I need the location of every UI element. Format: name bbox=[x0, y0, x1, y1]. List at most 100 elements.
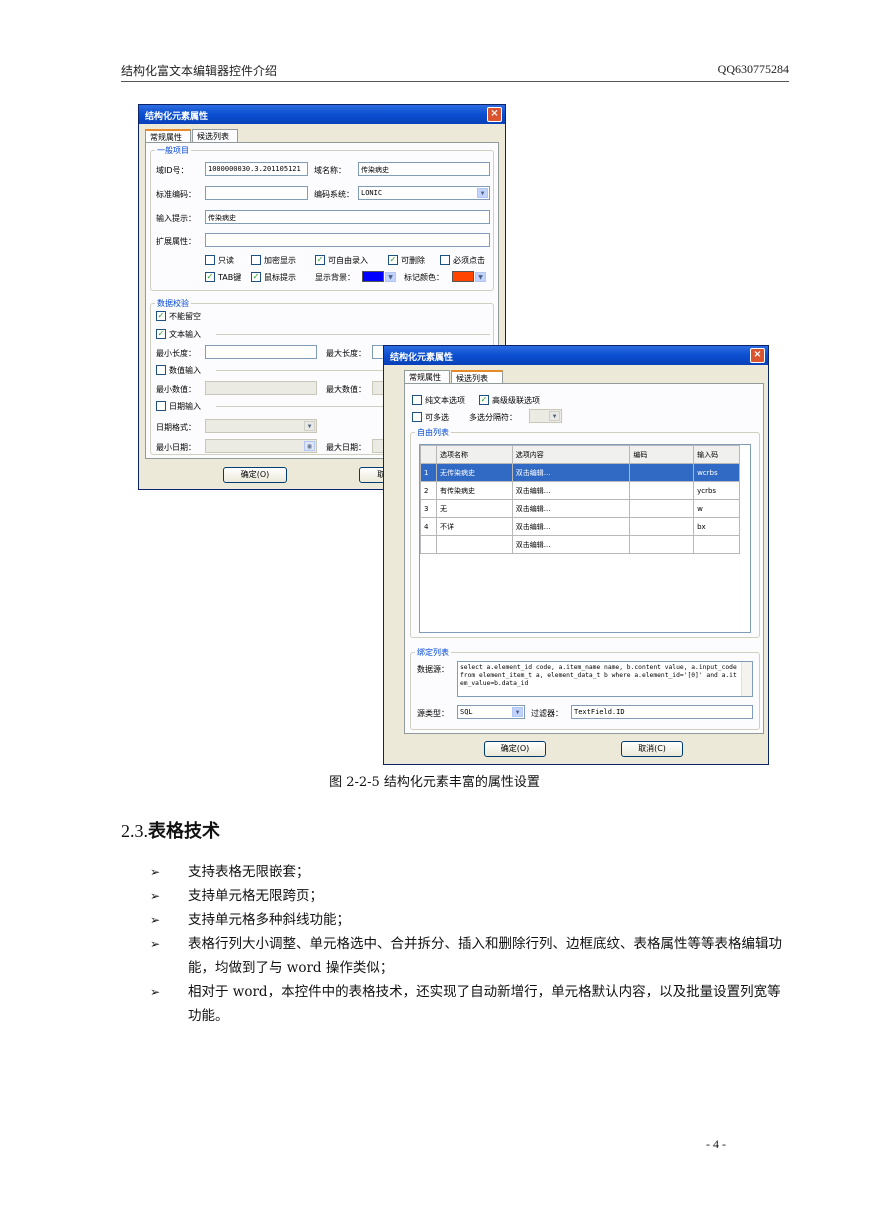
free-input-checkbox[interactable]: ✓ bbox=[315, 255, 325, 265]
date-format-select[interactable]: ▼ bbox=[205, 419, 317, 433]
cell-input-code[interactable]: w bbox=[693, 499, 740, 518]
cell-name[interactable]: 不详 bbox=[435, 517, 513, 536]
arrow-bullet-icon: ➢ bbox=[150, 889, 161, 903]
cell-input-code[interactable] bbox=[693, 535, 740, 554]
text-input-checkbox[interactable]: ✓ bbox=[156, 329, 166, 339]
tab-general[interactable]: 常规属性 bbox=[145, 129, 191, 143]
cell-code[interactable] bbox=[629, 463, 695, 482]
list-item-text: 相对于 word，本控件中的表格技术，还实现了自动新增行，单元格默认内容，以及批… bbox=[188, 984, 781, 1024]
date-input-checkbox[interactable] bbox=[156, 401, 166, 411]
table-row[interactable]: 3 无 双击编辑... w bbox=[420, 499, 740, 518]
filter-input[interactable]: TextField.ID bbox=[571, 705, 753, 719]
cell-name[interactable]: 无传染病史 bbox=[435, 463, 513, 482]
chevron-down-icon[interactable]: ▼ bbox=[304, 421, 315, 431]
cell-content[interactable]: 双击编辑... bbox=[511, 481, 631, 500]
datasource-label: 数据源： bbox=[417, 665, 449, 674]
arrow-bullet-icon: ➢ bbox=[150, 913, 161, 927]
tab-key-checkbox[interactable]: ✓ bbox=[205, 272, 215, 282]
validation-group-title: 数据校验 bbox=[155, 298, 191, 309]
min-length-input[interactable] bbox=[205, 345, 317, 359]
sql-textarea[interactable]: select a.element_id code, a.item_name na… bbox=[457, 661, 753, 697]
cell-content[interactable]: 双击编辑... bbox=[511, 517, 631, 536]
table-row[interactable]: 1 无传染病史 双击编辑... wcrbs bbox=[420, 463, 740, 482]
deletable-label: 可删除 bbox=[401, 256, 425, 265]
close-icon[interactable]: × bbox=[750, 348, 765, 363]
cell-content[interactable]: 双击编辑... bbox=[511, 499, 631, 518]
source-type-select[interactable]: SQL ▼ bbox=[457, 705, 525, 719]
chevron-down-icon[interactable]: ▼ bbox=[549, 411, 560, 421]
code-system-select[interactable]: LONIC ▼ bbox=[358, 186, 490, 200]
bg-color-swatch[interactable] bbox=[362, 271, 384, 282]
num-input-checkbox[interactable] bbox=[156, 365, 166, 375]
row-number: 1 bbox=[420, 463, 437, 482]
option-list-table[interactable]: 选项名称 选项内容 编码 输入码 1 无传染病史 双击编辑... wcrbs 2… bbox=[420, 445, 740, 554]
show-bg-label: 显示背景： bbox=[315, 273, 355, 282]
cell-name[interactable]: 有传染病史 bbox=[435, 481, 513, 500]
table-row[interactable]: 双击编辑... bbox=[420, 535, 740, 554]
chevron-down-icon[interactable]: ▼ bbox=[385, 272, 396, 282]
deletable-checkbox[interactable]: ✓ bbox=[388, 255, 398, 265]
chevron-down-icon[interactable]: ▼ bbox=[477, 188, 488, 198]
advanced-checkbox[interactable]: ✓ bbox=[479, 395, 489, 405]
pure-text-checkbox[interactable] bbox=[412, 395, 422, 405]
filter-label: 过滤器： bbox=[531, 709, 563, 718]
page-header: 结构化富文本编辑器控件介绍 QQ630775284 bbox=[121, 58, 789, 82]
cell-code[interactable] bbox=[629, 517, 695, 536]
min-num-label: 最小数值： bbox=[156, 385, 196, 394]
num-input-label: 数值输入 bbox=[169, 366, 201, 375]
list-item-text: 表格行列大小调整、单元格选中、合并拆分、插入和删除行列、边框底纹、表格属性等等表… bbox=[188, 936, 782, 976]
cell-code[interactable] bbox=[629, 481, 695, 500]
must-click-checkbox[interactable] bbox=[440, 255, 450, 265]
code-system-value: LONIC bbox=[361, 189, 383, 197]
cancel-button[interactable]: 取消(C) bbox=[621, 741, 683, 757]
mark-color-swatch[interactable] bbox=[452, 271, 474, 282]
min-date-input[interactable]: ▦ bbox=[205, 439, 317, 453]
ext-attr-input[interactable] bbox=[205, 233, 490, 247]
table-row[interactable]: 2 有传染病史 双击编辑... ycrbs bbox=[420, 481, 740, 500]
page-number: - 4 - bbox=[706, 1137, 726, 1151]
list-item-text: 支持表格无限嵌套； bbox=[188, 864, 310, 880]
cell-input-code[interactable]: ycrbs bbox=[693, 481, 740, 500]
tab-general[interactable]: 常规属性 bbox=[404, 370, 450, 383]
row-number bbox=[420, 535, 437, 554]
cell-input-code[interactable]: wcrbs bbox=[693, 463, 740, 482]
cell-content[interactable]: 双击编辑... bbox=[511, 535, 631, 554]
divider bbox=[216, 334, 490, 335]
readonly-checkbox[interactable] bbox=[205, 255, 215, 265]
calendar-icon[interactable]: ▦ bbox=[304, 441, 315, 451]
vertical-scrollbar[interactable] bbox=[741, 662, 752, 696]
cell-name[interactable] bbox=[435, 535, 513, 554]
not-empty-checkbox[interactable]: ✓ bbox=[156, 311, 166, 321]
tab-key-label: TAB键 bbox=[218, 273, 242, 282]
ok-button[interactable]: 确定(O) bbox=[484, 741, 546, 757]
chevron-down-icon[interactable]: ▼ bbox=[475, 272, 486, 282]
mark-color-label: 标记颜色： bbox=[404, 273, 444, 282]
section-title: 表格技术 bbox=[148, 821, 220, 842]
separator-select[interactable]: ▼ bbox=[529, 409, 562, 423]
free-list-group-title: 自由列表 bbox=[415, 427, 451, 438]
cell-content[interactable]: 双击编辑... bbox=[511, 463, 631, 482]
cell-code[interactable] bbox=[629, 535, 695, 554]
header-title: 结构化富文本编辑器控件介绍 bbox=[121, 64, 278, 78]
cell-name[interactable]: 无 bbox=[435, 499, 513, 518]
ok-button[interactable]: 确定(O) bbox=[223, 467, 287, 483]
input-hint-input[interactable]: 传染病史 bbox=[205, 210, 490, 224]
cell-code[interactable] bbox=[629, 499, 695, 518]
tab-candidates[interactable]: 候选列表 bbox=[192, 129, 238, 142]
cell-input-code[interactable]: bx bbox=[693, 517, 740, 536]
field-name-input[interactable]: 传染病史 bbox=[358, 162, 490, 176]
table-row[interactable]: 4 不详 双击编辑... bx bbox=[420, 517, 740, 536]
min-length-label: 最小长度： bbox=[156, 349, 196, 358]
mouse-tip-label: 鼠标提示 bbox=[264, 273, 296, 282]
field-id-input[interactable]: 1000000030.3.201105121 bbox=[205, 162, 308, 176]
min-num-input[interactable] bbox=[205, 381, 317, 395]
close-icon[interactable]: × bbox=[487, 107, 502, 122]
encrypt-checkbox[interactable] bbox=[251, 255, 261, 265]
multi-select-checkbox[interactable] bbox=[412, 412, 422, 422]
must-click-label: 必须点击 bbox=[453, 256, 485, 265]
general-group-title: 一般项目 bbox=[155, 145, 191, 156]
tab-candidates[interactable]: 候选列表 bbox=[451, 370, 503, 384]
chevron-down-icon[interactable]: ▼ bbox=[512, 707, 523, 717]
std-code-input[interactable] bbox=[205, 186, 308, 200]
mouse-tip-checkbox[interactable]: ✓ bbox=[251, 272, 261, 282]
